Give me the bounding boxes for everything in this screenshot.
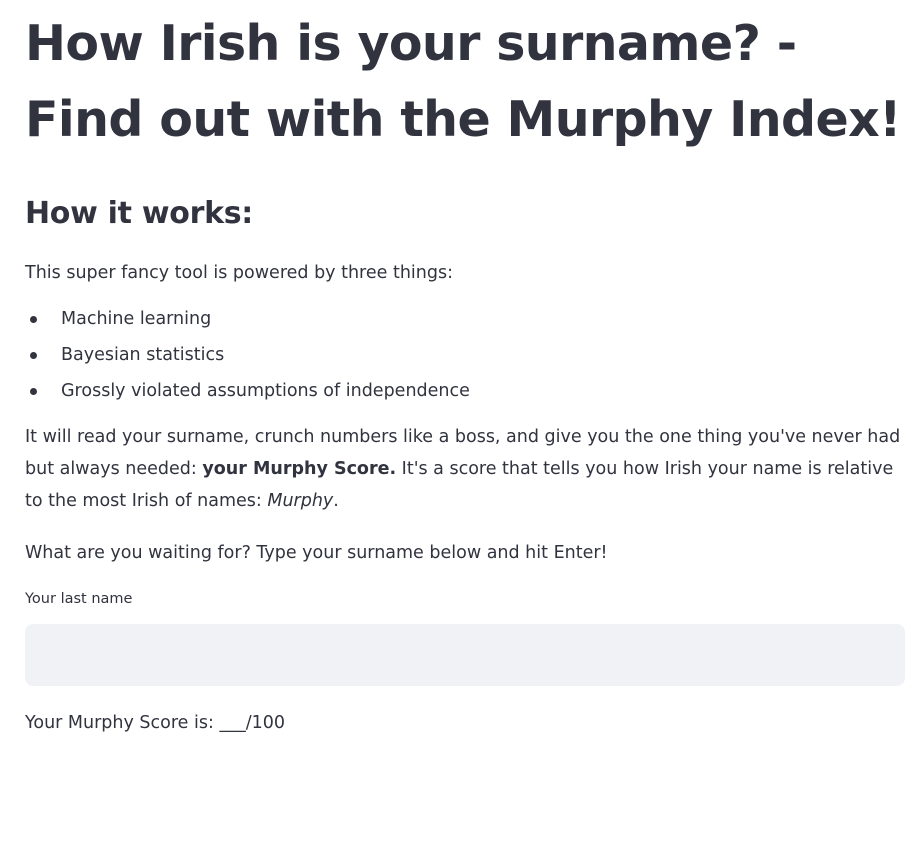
list-item: Bayesian statistics — [25, 337, 905, 373]
murphy-name-emphasis: Murphy — [267, 491, 334, 511]
description-paragraph: It will read your surname, crunch number… — [25, 421, 905, 517]
murphy-score-emphasis: your Murphy Score. — [202, 459, 397, 479]
list-item: Machine learning — [25, 301, 905, 337]
last-name-label: Your last name — [25, 591, 133, 607]
intro-text: This super fancy tool is powered by thre… — [25, 263, 453, 283]
page-title: How Irish is your surname? - Find out wi… — [25, 15, 901, 148]
list-item: Grossly violated assumptions of independ… — [25, 373, 905, 409]
murphy-score-result: Your Murphy Score is: ___/100 — [25, 713, 285, 733]
call-to-action: What are you waiting for? Type your surn… — [25, 543, 608, 563]
last-name-input[interactable] — [25, 624, 905, 686]
section-heading: How it works: — [25, 196, 253, 231]
feature-list: Machine learning Bayesian statistics Gro… — [25, 301, 905, 409]
description-text: . — [333, 491, 339, 511]
main-content: How Irish is your surname? - Find out wi… — [25, 0, 905, 739]
